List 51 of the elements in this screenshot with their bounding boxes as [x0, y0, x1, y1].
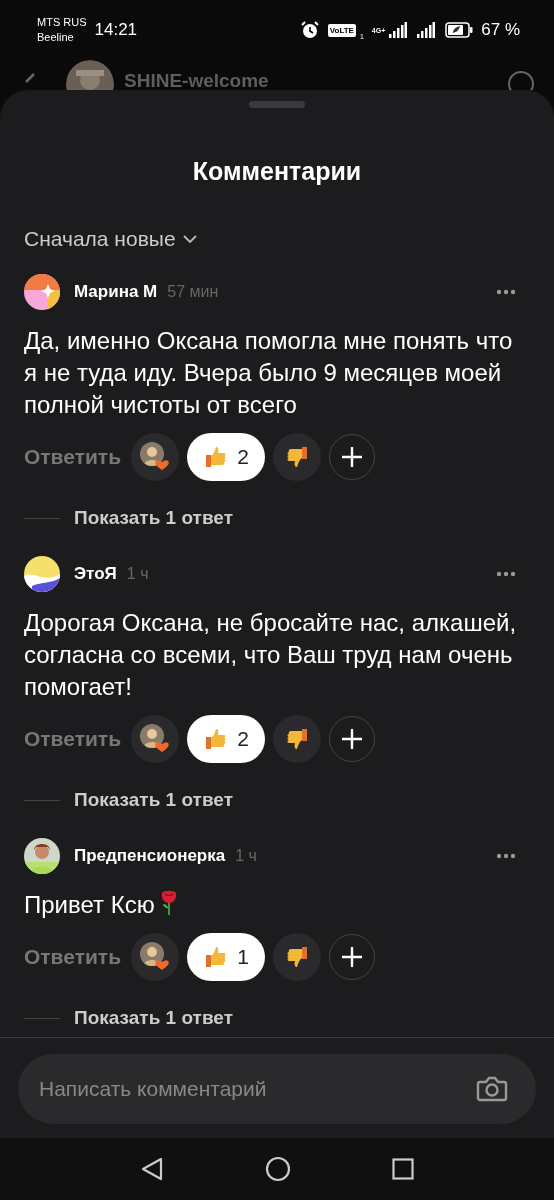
- home-icon[interactable]: [265, 1156, 291, 1182]
- author-name[interactable]: Марина М: [74, 282, 158, 302]
- dislike-button[interactable]: [273, 933, 322, 981]
- comment-field[interactable]: Написать комментарий: [18, 1054, 536, 1124]
- reply-button[interactable]: Ответить: [24, 727, 122, 751]
- plus-icon: [340, 445, 365, 469]
- camera-icon[interactable]: [476, 1075, 508, 1103]
- comment-text: Дорогая Оксана, не бросайте нас, алкашей, согласна со всеми, что Ваш труд нам очень помогает!: [24, 609, 517, 700]
- plus-icon: [340, 727, 365, 751]
- like-button[interactable]: 2: [187, 433, 266, 481]
- show-replies-link[interactable]: Показать 1 ответ: [24, 789, 233, 811]
- more-icon[interactable]: [496, 571, 516, 577]
- volte-badge: VoLTE: [327, 23, 356, 37]
- avatar-icon[interactable]: [24, 556, 60, 592]
- recents-icon[interactable]: [391, 1158, 414, 1180]
- comment-text: Привет Ксю: [24, 891, 155, 918]
- author-name[interactable]: Предпенсионерка: [74, 846, 226, 866]
- comment-time: 57 мин: [167, 283, 219, 301]
- signal-icon: [417, 22, 436, 38]
- battery-percent: 67 %: [481, 20, 520, 40]
- avatar-icon[interactable]: [24, 274, 60, 310]
- chevron-down-icon: [181, 234, 198, 244]
- show-replies-link[interactable]: Показать 1 ответ: [24, 1007, 233, 1029]
- sort-dropdown[interactable]: Сначала новые: [24, 227, 198, 251]
- show-replies-link[interactable]: Показать 1 ответ: [24, 507, 233, 529]
- reply-button[interactable]: Ответить: [24, 945, 122, 969]
- more-icon[interactable]: [496, 289, 516, 295]
- clock-time: 14:21: [94, 20, 138, 40]
- like-button[interactable]: 2: [187, 715, 266, 763]
- more-icon[interactable]: [496, 853, 516, 859]
- comment-text: Да, именно Оксана помогла мне понять что я не туда иду. Вчера было 9 месяцев моей полной чистоты от всего: [24, 327, 513, 418]
- author-heart-button[interactable]: [131, 433, 180, 481]
- dislike-button[interactable]: [273, 433, 322, 481]
- comment-time: 1 ч: [126, 565, 149, 583]
- signal-icon: [389, 22, 408, 38]
- drag-handle[interactable]: [249, 101, 305, 108]
- sheet-title: Комментарии: [191, 157, 363, 186]
- alarm-icon: [299, 21, 320, 39]
- dislike-button[interactable]: [273, 715, 322, 763]
- author-heart-button[interactable]: [131, 715, 180, 763]
- comment-time: 1 ч: [235, 847, 257, 865]
- author-name[interactable]: ЭтоЯ: [74, 564, 117, 584]
- like-button[interactable]: 1: [187, 933, 266, 981]
- carrier-name: MTS RUS: [37, 15, 87, 30]
- channel-name: SHINE-welcome: [124, 70, 269, 90]
- carrier-name: Beeline: [37, 30, 75, 45]
- plus-icon: [340, 945, 365, 969]
- comment-input[interactable]: Написать комментарий: [37, 1076, 476, 1102]
- battery-icon: [445, 22, 474, 38]
- author-heart-button[interactable]: [131, 933, 180, 981]
- reply-button[interactable]: Ответить: [24, 445, 122, 469]
